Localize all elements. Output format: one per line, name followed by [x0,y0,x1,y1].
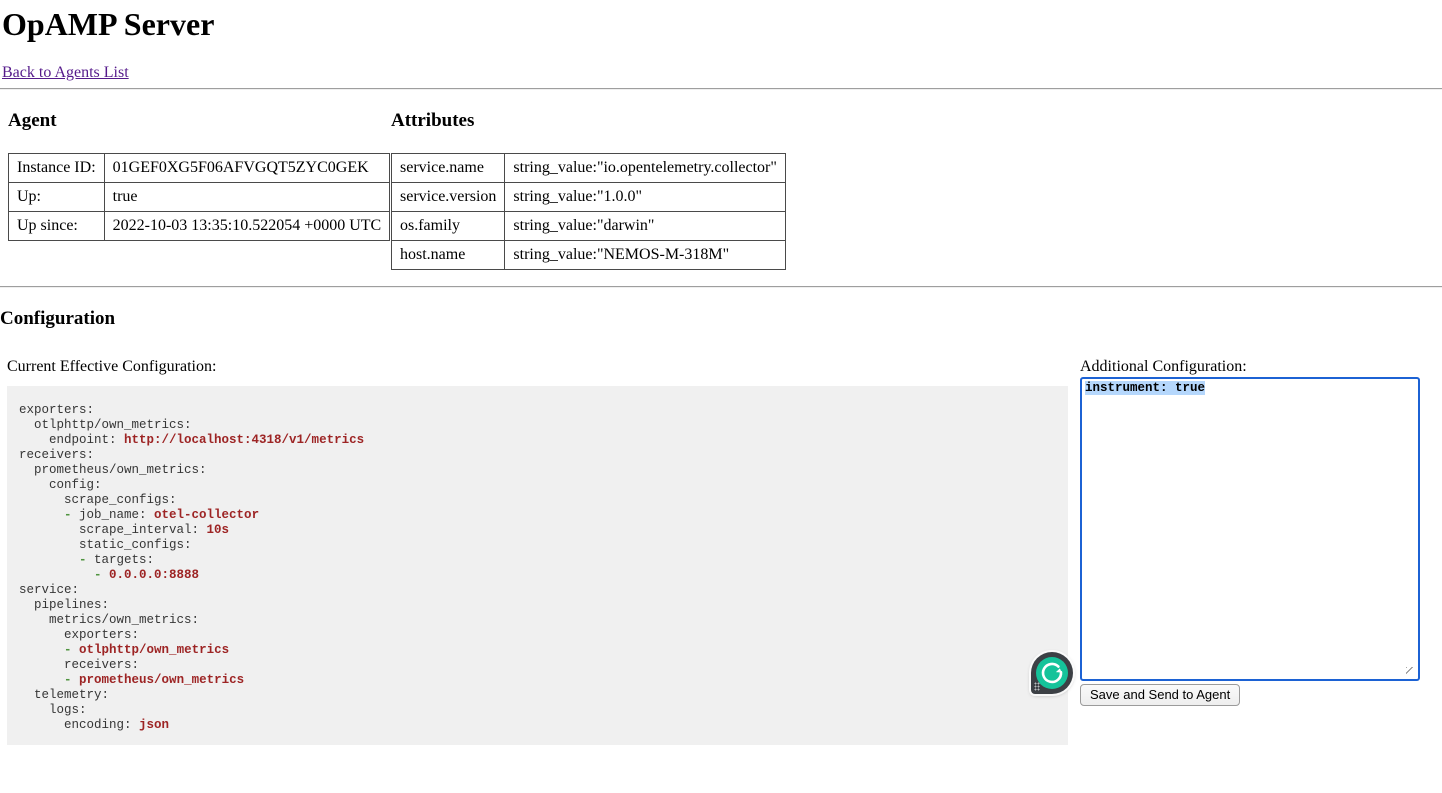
grammarly-icon[interactable] [1031,652,1073,694]
page-title: OpAMP Server [2,6,1442,43]
table-row: Instance ID: 01GEF0XG5F06AFVGQT5ZYC0GEK [9,153,390,182]
bottom-spacer [0,745,1442,793]
attributes-heading: Attributes [391,110,786,132]
table-row: host.name string_value:"NEMOS-M-318M" [392,240,786,269]
table-row: Up: true [9,182,390,211]
row-value: string_value:"darwin" [505,211,786,240]
agent-attributes-row: Agent Instance ID: 01GEF0XG5F06AFVGQT5ZY… [8,90,1442,270]
agent-section: Agent Instance ID: 01GEF0XG5F06AFVGQT5ZY… [8,90,377,270]
additional-config-textarea[interactable]: instrument: true [1080,377,1420,681]
table-row: Up since: 2022-10-03 13:35:10.522054 +00… [9,211,390,240]
effective-config-label: Current Effective Configuration: [7,359,1068,375]
row-value: string_value:"1.0.0" [505,182,786,211]
divider-middle [0,286,1442,288]
row-value: 2022-10-03 13:35:10.522054 +0000 UTC [104,211,390,240]
row-value: 01GEF0XG5F06AFVGQT5ZYC0GEK [104,153,390,182]
resize-grip[interactable] [1406,667,1417,678]
table-row: os.family string_value:"darwin" [392,211,786,240]
save-and-send-button[interactable]: Save and Send to Agent [1080,684,1240,706]
configuration-section: Current Effective Configuration: exporte… [7,330,1442,745]
row-value: string_value:"NEMOS-M-318M" [505,240,786,269]
agent-heading: Agent [8,110,377,132]
back-to-agents-link[interactable]: Back to Agents List [2,64,129,81]
row-value: true [104,182,390,211]
configuration-heading: Configuration [0,308,1442,330]
attributes-table: service.name string_value:"io.openteleme… [391,153,786,270]
row-value: string_value:"io.opentelemetry.collector… [505,153,786,182]
back-link-wrap: Back to Agents List [2,64,1442,82]
additional-config-label: Additional Configuration: [1080,359,1420,375]
row-label: Instance ID: [9,153,105,182]
effective-config-code: exporters: otlphttp/own_metrics: endpoin… [7,386,1068,745]
selected-text: instrument: true [1085,381,1205,395]
row-label: host.name [392,240,505,269]
grammarly-g-icon [1036,657,1068,689]
table-row: service.version string_value:"1.0.0" [392,182,786,211]
row-label: os.family [392,211,505,240]
row-label: Up: [9,182,105,211]
drag-handle-dots[interactable] [1034,682,1040,691]
effective-config-column: Current Effective Configuration: exporte… [7,330,1068,745]
attributes-section: Attributes service.name string_value:"io… [391,90,786,270]
table-row: service.name string_value:"io.openteleme… [392,153,786,182]
row-label: service.name [392,153,505,182]
additional-config-column: Additional Configuration: instrument: tr… [1080,330,1420,745]
agent-table: Instance ID: 01GEF0XG5F06AFVGQT5ZYC0GEK … [8,153,390,241]
row-label: service.version [392,182,505,211]
row-label: Up since: [9,211,105,240]
